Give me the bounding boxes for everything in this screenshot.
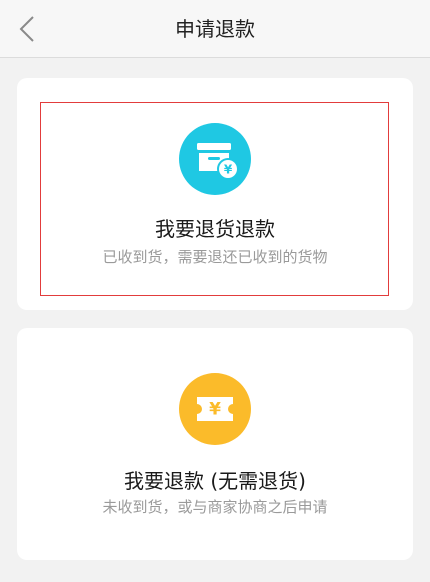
option-title: 我要退款 (无需退货) <box>124 469 306 493</box>
svg-text:¥: ¥ <box>224 163 233 177</box>
option-return-and-refund[interactable]: ¥ 我要退货退款 已收到货，需要退还已收到的货物 <box>17 78 413 310</box>
option-refund-only[interactable]: ¥ 我要退款 (无需退货) 未收到货，或与商家协商之后申请 <box>17 328 413 560</box>
yen-ticket-icon: ¥ <box>179 373 251 445</box>
svg-text:¥: ¥ <box>209 400 221 420</box>
option-title: 我要退货退款 <box>155 217 275 241</box>
box-with-yen-icon: ¥ <box>179 123 251 195</box>
option-description: 未收到货，或与商家协商之后申请 <box>102 498 328 516</box>
navigation-bar: 申请退款 <box>0 0 430 58</box>
option-description: 已收到货，需要退还已收到的货物 <box>102 248 328 266</box>
page-title: 申请退款 <box>175 17 255 41</box>
